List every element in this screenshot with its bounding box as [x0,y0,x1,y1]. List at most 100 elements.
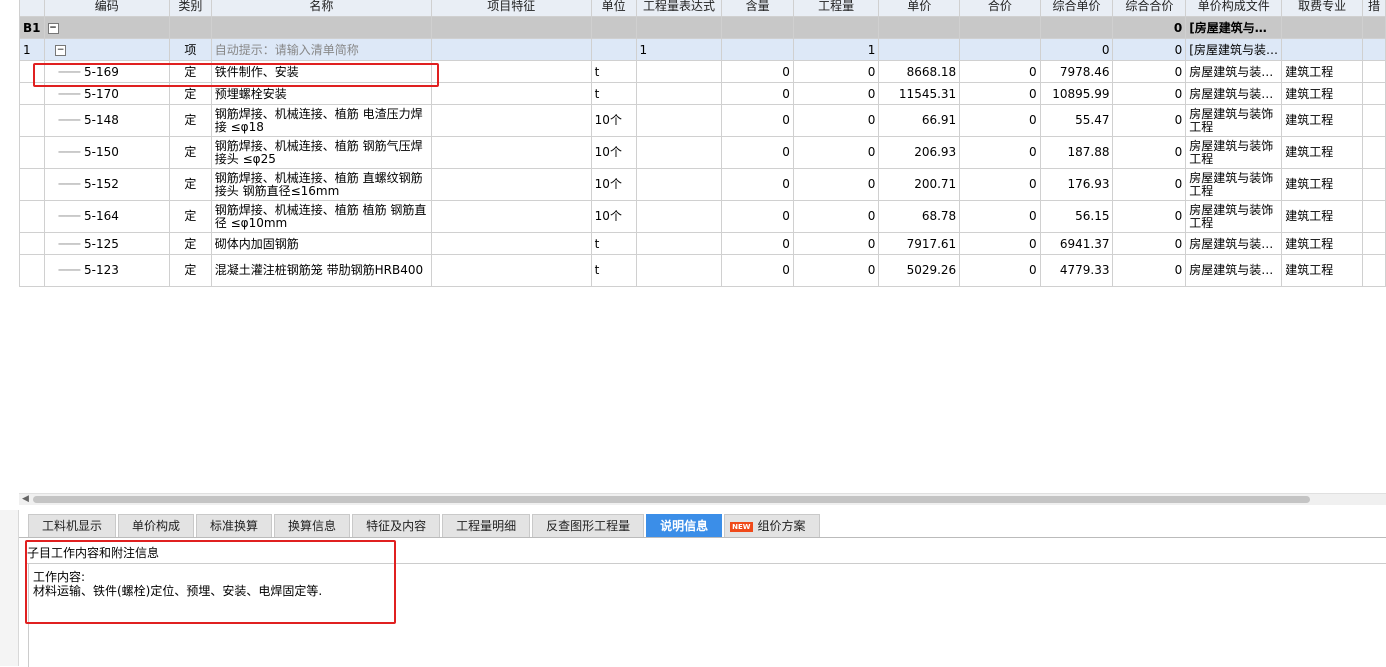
row-file[interactable]: 房屋建筑与装… [1185,254,1283,287]
row-zhdj[interactable]: 4779.33 [1039,254,1114,287]
b1-row[interactable]: B1 − 0 [房屋建筑与… [19,16,1386,39]
row-zhhj[interactable]: 0 [1112,254,1187,287]
row-content[interactable]: 0 [721,60,794,83]
collapse-icon[interactable]: − [55,44,67,56]
table-row[interactable]: ─── 5-152 定钢筋焊接、机械连接、植筋 直螺纹钢筋接头 钢筋直径≤16mm… [19,168,1386,201]
item-row[interactable]: 1 − 项 自动提示：请输入清单简称 1 1 0 0 [房屋建筑与装… [19,38,1386,61]
col-header-code[interactable]: 编码 [43,0,170,17]
row-feature[interactable] [430,60,592,83]
row-name[interactable]: 混凝土灌注桩钢筋笼 带肋钢筋HRB400 [210,254,432,287]
item-qty[interactable]: 1 [792,38,880,61]
row-qty[interactable]: 0 [792,136,880,169]
table-row[interactable]: ─── 5-123 定混凝土灌注桩钢筋笼 带肋钢筋HRB400 t 0 0 5029.26… [19,254,1386,287]
row-feature[interactable] [430,232,592,255]
row-zhdj[interactable]: 176.93 [1039,168,1114,201]
row-file[interactable]: 房屋建筑与装… [1185,60,1283,83]
row-major[interactable]: 建筑工程 [1281,254,1363,287]
row-code[interactable]: ─── 5-123 [43,254,170,287]
scroll-left-icon[interactable]: ◀ [22,494,29,504]
row-unit[interactable]: 10个 [590,104,637,137]
row-price[interactable]: 11545.31 [878,82,961,105]
row-unit[interactable]: 10个 [590,200,637,233]
row-code[interactable]: ─── 5-125 [43,232,170,255]
row-price[interactable]: 200.71 [878,168,961,201]
row-name[interactable]: 钢筋焊接、机械连接、植筋 植筋 钢筋直径 ≤φ10mm [210,200,432,233]
row-zhdj[interactable]: 55.47 [1039,104,1114,137]
row-qty[interactable]: 0 [792,104,880,137]
row-expr[interactable] [635,254,723,287]
row-major[interactable]: 建筑工程 [1281,60,1363,83]
row-file[interactable]: 房屋建筑与装饰工程 [1185,168,1283,201]
row-qty[interactable]: 0 [792,200,880,233]
col-header-total[interactable]: 合价 [959,0,1041,17]
row-price[interactable]: 8668.18 [878,60,961,83]
row-feature[interactable] [430,200,592,233]
col-header-name[interactable]: 名称 [210,0,432,17]
tab-quantity-detail[interactable]: 工程量明细 [442,514,531,538]
horizontal-scrollbar[interactable]: ◀ [19,493,1386,505]
row-zhhj[interactable]: 0 [1112,60,1187,83]
row-file[interactable]: 房屋建筑与装… [1185,82,1283,105]
row-zhdj[interactable]: 187.88 [1039,136,1114,169]
row-measure[interactable] [1361,136,1386,169]
row-total[interactable]: 0 [959,136,1041,169]
row-zhdj[interactable]: 6941.37 [1039,232,1114,255]
row-expr[interactable] [635,200,723,233]
tab-pricing-plan[interactable]: NEW 组价方案 [724,514,820,538]
row-content[interactable]: 0 [721,168,794,201]
tab-material[interactable]: 工料机显示 [28,514,117,538]
tab-price-composition[interactable]: 单价构成 [118,514,195,538]
row-total[interactable]: 0 [959,82,1041,105]
row-unit[interactable]: t [590,82,637,105]
row-measure[interactable] [1361,200,1386,233]
row-zhhj[interactable]: 0 [1112,82,1187,105]
col-header-expr[interactable]: 工程量表达式 [635,0,723,17]
row-zhhj[interactable]: 0 [1112,232,1187,255]
col-header-unit[interactable]: 单位 [590,0,637,17]
row-zhhj[interactable]: 0 [1112,200,1187,233]
tab-description[interactable]: 说明信息 [646,514,723,538]
row-expr[interactable] [635,168,723,201]
row-name[interactable]: 钢筋焊接、机械连接、植筋 直螺纹钢筋接头 钢筋直径≤16mm [210,168,432,201]
tab-features[interactable]: 特征及内容 [352,514,441,538]
row-content[interactable]: 0 [721,254,794,287]
tab-standard-conversion[interactable]: 标准换算 [196,514,273,538]
col-header-price[interactable]: 单价 [878,0,961,17]
tab-reverse-graphic[interactable]: 反查图形工程量 [532,514,645,538]
row-price[interactable]: 5029.26 [878,254,961,287]
row-expr[interactable] [635,60,723,83]
col-header-feature[interactable]: 项目特征 [430,0,592,17]
row-price[interactable]: 66.91 [878,104,961,137]
row-qty[interactable]: 0 [792,254,880,287]
item-expr[interactable]: 1 [635,38,723,61]
row-measure[interactable] [1361,104,1386,137]
row-unit[interactable]: t [590,254,637,287]
table-row[interactable]: ─── 5-164 定钢筋焊接、机械连接、植筋 植筋 钢筋直径 ≤φ10mm 10个… [19,200,1386,233]
scrollbar-thumb[interactable] [33,496,1310,503]
row-total[interactable]: 0 [959,104,1041,137]
col-header-qty[interactable]: 工程量 [792,0,880,17]
row-expr[interactable] [635,82,723,105]
row-feature[interactable] [430,136,592,169]
table-row[interactable]: ─── 5-150 定钢筋焊接、机械连接、植筋 钢筋气压焊接头 ≤φ25 10个 0 0… [19,136,1386,169]
item-name-hint[interactable]: 自动提示：请输入清单简称 [210,38,432,61]
row-file[interactable]: 房屋建筑与装… [1185,232,1283,255]
row-file[interactable]: 房屋建筑与装饰工程 [1185,200,1283,233]
row-total[interactable]: 0 [959,232,1041,255]
row-unit[interactable]: t [590,60,637,83]
table-row[interactable]: ─── 5-148 定钢筋焊接、机械连接、植筋 电渣压力焊接 ≤φ18 10个 0 0 6… [19,104,1386,137]
row-measure[interactable] [1361,168,1386,201]
collapse-icon[interactable]: − [47,22,59,34]
row-feature[interactable] [430,254,592,287]
row-zhhj[interactable]: 0 [1112,136,1187,169]
row-code[interactable]: ─── 5-152 [43,168,170,201]
row-name[interactable]: 砌体内加固钢筋 [210,232,432,255]
col-header-content[interactable]: 含量 [721,0,794,17]
row-measure[interactable] [1361,82,1386,105]
row-unit[interactable]: t [590,232,637,255]
row-major[interactable]: 建筑工程 [1281,168,1363,201]
table-row[interactable]: ─── 5-125 定砌体内加固钢筋 t 0 0 7917.61 0 6941.37 0 房屋建筑… [19,232,1386,255]
row-qty[interactable]: 0 [792,232,880,255]
row-zhhj[interactable]: 0 [1112,168,1187,201]
tab-conversion-info[interactable]: 换算信息 [274,514,351,538]
